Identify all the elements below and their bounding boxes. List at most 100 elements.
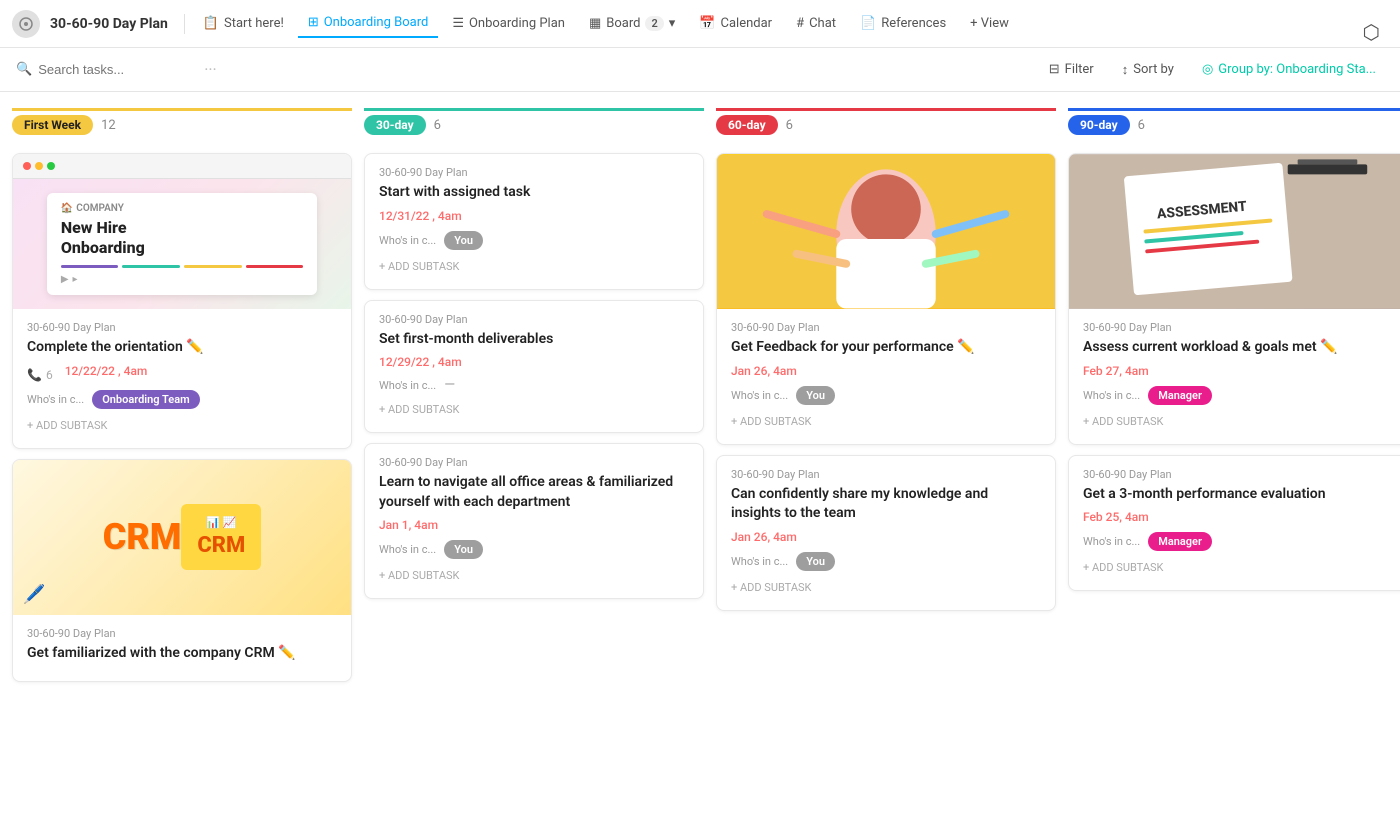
card-sd1[interactable]: 30-60-90 Day Plan Get Feedback for your … [716, 153, 1056, 445]
whos-in-label-sd1: Who's in c... [731, 389, 788, 402]
card-project-label: 30-60-90 Day Plan [27, 321, 337, 334]
whos-in-label: Who's in c... [27, 393, 84, 406]
group-by-icon: ◎ [1202, 62, 1213, 77]
top-navigation: 30-60-90 Day Plan 📋 Start here! ⊞ Onboar… [0, 0, 1400, 48]
column-count-60day: 6 [786, 118, 793, 133]
subtask-number: 6 [46, 368, 53, 382]
add-subtask-button-td2[interactable]: + ADD SUBTASK [379, 399, 689, 420]
add-subtask-button-sd1[interactable]: + ADD SUBTASK [731, 411, 1041, 432]
column-header-first-week: First Week 12 [12, 108, 352, 143]
card-fw1-title: Complete the orientation ✏️ [27, 338, 337, 358]
nav-plus-view[interactable]: + View [960, 10, 1019, 37]
assessment-image: ASSESSMENT [1069, 154, 1400, 309]
assignee-badge-manager-nd1: Manager [1148, 386, 1212, 405]
assignee-badge-onboarding-team: Onboarding Team [92, 390, 199, 409]
card-sd1-title: Get Feedback for your performance ✏️ [731, 338, 1041, 358]
sort-icon: ↕ [1122, 62, 1129, 78]
card-td2-date: 12/29/22 , 4am [379, 355, 689, 369]
company-logo: 🏠COMPANY [61, 203, 303, 214]
toolbar: 🔍 ··· ⊟ Filter ↕ Sort by ◎ Group by: Onb… [0, 48, 1400, 92]
more-options-icon[interactable]: ··· [204, 60, 217, 79]
assignee-badge-you-td3: You [444, 540, 483, 559]
column-badge-30day: 30-day [364, 115, 426, 135]
nav-onboarding-plan[interactable]: ☰ Onboarding Plan [442, 10, 575, 37]
nav-board-label: Board [606, 16, 640, 31]
add-subtask-button-nd2[interactable]: + ADD SUBTASK [1083, 557, 1393, 578]
add-subtask-button-nd1[interactable]: + ADD SUBTASK [1083, 411, 1393, 432]
card-td1[interactable]: 30-60-90 Day Plan Start with assigned ta… [364, 153, 704, 290]
card-td2[interactable]: 30-60-90 Day Plan Set first-month delive… [364, 300, 704, 434]
column-60day: 60-day 6 [716, 108, 1056, 611]
nav-start-here[interactable]: 📋 Start here! [193, 10, 294, 37]
column-count-first-week: 12 [101, 118, 116, 133]
column-badge-60day: 60-day [716, 115, 778, 135]
card-td2-title: Set first-month deliverables [379, 330, 689, 350]
board-chevron-icon: ▾ [669, 16, 676, 31]
subtask-icon: 📞 [27, 368, 42, 382]
card-sd2-meta: Who's in c... You [731, 552, 1041, 571]
whos-in-label-td3: Who's in c... [379, 543, 436, 556]
column-first-week: First Week 12 🏠COMPANY New HireOnboardin… [12, 108, 352, 682]
card-nd2-project: 30-60-90 Day Plan [1083, 468, 1393, 481]
nav-board[interactable]: ▦ Board 2 ▾ [579, 10, 685, 37]
nav-start-here-label: Start here! [224, 16, 284, 31]
browser-content: 🏠COMPANY New HireOnboarding ▶▸ ⬡ [13, 179, 351, 309]
nav-references-label: References [881, 16, 946, 31]
group-by-button[interactable]: ◎ Group by: Onboarding Sta... [1194, 58, 1384, 81]
column-header-60day: 60-day 6 [716, 108, 1056, 143]
start-here-icon: 📋 [203, 16, 219, 31]
nav-onboarding-board-label: Onboarding Board [324, 15, 429, 30]
board-icon: ▦ [589, 16, 601, 31]
add-subtask-button-td3[interactable]: + ADD SUBTASK [379, 565, 689, 586]
references-icon: 📄 [860, 16, 876, 31]
card-sd2[interactable]: 30-60-90 Day Plan Can confidently share … [716, 455, 1056, 611]
calendar-icon: 📅 [699, 16, 715, 31]
card-sd1-project: 30-60-90 Day Plan [731, 321, 1041, 334]
card-sd1-date: Jan 26, 4am [731, 364, 1041, 378]
sort-button[interactable]: ↕ Sort by [1114, 58, 1182, 82]
column-badge-first-week: First Week [12, 115, 93, 135]
filter-button[interactable]: ⊟ Filter [1041, 58, 1102, 81]
add-subtask-button-sd2[interactable]: + ADD SUBTASK [731, 577, 1041, 598]
card-nd2-body: 30-60-90 Day Plan Get a 3-month performa… [1069, 456, 1400, 591]
nav-chat[interactable]: # Chat [786, 10, 846, 37]
card-nd2[interactable]: 30-60-90 Day Plan Get a 3-month performa… [1068, 455, 1400, 592]
add-subtask-button-fw1[interactable]: + ADD SUBTASK [27, 415, 337, 436]
card-subtask-count: 📞 6 12/22/22 , 4am [27, 364, 337, 386]
card-fw2[interactable]: 📊 📈 CRM 🖊️ 30-60-90 Day Plan Get familia… [12, 459, 352, 683]
card-td3[interactable]: 30-60-90 Day Plan Learn to navigate all … [364, 443, 704, 599]
nav-calendar[interactable]: 📅 Calendar [689, 10, 782, 37]
card-fw1-meta: Who's in c... Onboarding Team [27, 390, 337, 409]
assignee-badge-manager-nd2: Manager [1148, 532, 1212, 551]
card-nd2-meta: Who's in c... Manager [1083, 532, 1393, 551]
card-td3-body: 30-60-90 Day Plan Learn to navigate all … [365, 444, 703, 598]
card-fw2-body: 30-60-90 Day Plan Get familiarized with … [13, 615, 351, 682]
card-td3-date: Jan 1, 4am [379, 518, 689, 532]
column-badge-90day: 90-day [1068, 115, 1130, 135]
whos-in-label-nd2: Who's in c... [1083, 535, 1140, 548]
board-count-badge: 2 [645, 16, 663, 31]
nav-references[interactable]: 📄 References [850, 10, 956, 37]
column-count-30day: 6 [434, 118, 441, 133]
app-icon [12, 10, 40, 38]
card-fw1-body: 30-60-90 Day Plan Complete the orientati… [13, 309, 351, 448]
add-subtask-button-td1[interactable]: + ADD SUBTASK [379, 256, 689, 277]
card-fw2-title: Get familiarized with the company CRM ✏️ [27, 644, 337, 664]
nav-plus-view-label: + View [970, 16, 1009, 31]
card-fw1-date: 12/22/22 , 4am [65, 364, 148, 378]
card-td1-body: 30-60-90 Day Plan Start with assigned ta… [365, 154, 703, 289]
card-nd1-body: 30-60-90 Day Plan Assess current workloa… [1069, 309, 1400, 444]
person-image [717, 154, 1055, 309]
crm-image: 📊 📈 CRM 🖊️ [13, 460, 351, 615]
search-input[interactable] [38, 62, 198, 77]
nav-onboarding-board[interactable]: ⊞ Onboarding Board [298, 9, 439, 38]
whos-in-label-sd2: Who's in c... [731, 555, 788, 568]
sort-label: Sort by [1133, 62, 1174, 77]
nav-onboarding-plan-label: Onboarding Plan [469, 16, 565, 31]
card-sd2-body: 30-60-90 Day Plan Can confidently share … [717, 456, 1055, 610]
card-nd1-meta: Who's in c... Manager [1083, 386, 1393, 405]
card-fw1[interactable]: 🏠COMPANY New HireOnboarding ▶▸ ⬡ [12, 153, 352, 449]
chat-icon: # [796, 16, 804, 31]
card-nd1[interactable]: ASSESSMENT 30-60-90 Day Plan Assess curr… [1068, 153, 1400, 445]
nav-chat-label: Chat [809, 16, 836, 31]
